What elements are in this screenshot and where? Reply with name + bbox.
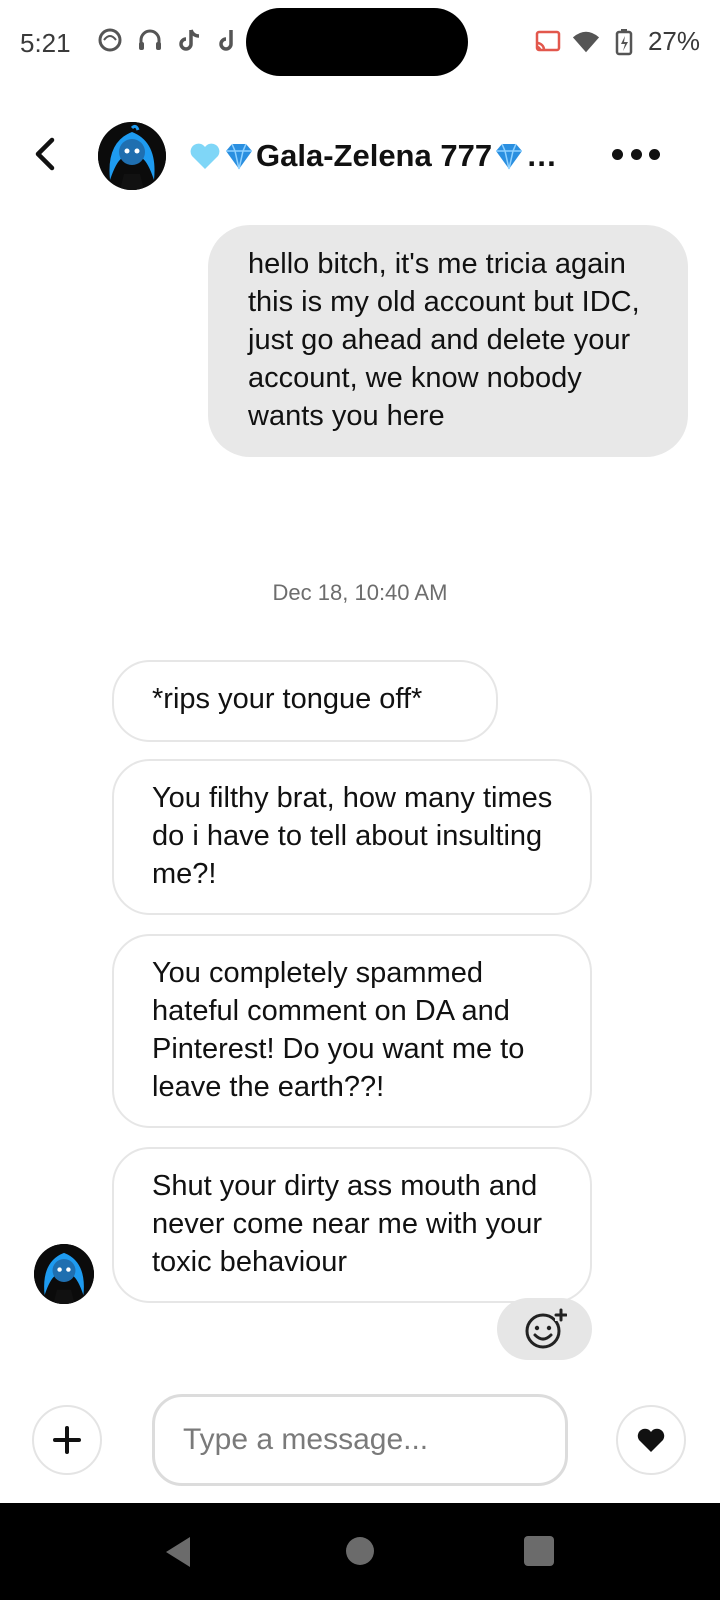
more-options-button[interactable]	[612, 138, 660, 170]
headphones-icon	[136, 26, 164, 54]
message-composer	[0, 1390, 720, 1500]
wifi-icon	[572, 28, 600, 56]
add-reaction-button[interactable]	[497, 1298, 592, 1360]
incoming-message[interactable]: You completely spammed hateful comment o…	[112, 934, 592, 1128]
tiktok-icon	[216, 26, 244, 54]
tiktok-icon	[176, 26, 204, 54]
contact-name: Gala-Zelena 777	[256, 138, 493, 173]
nav-back-icon[interactable]	[162, 1535, 192, 1569]
like-button[interactable]	[616, 1405, 686, 1475]
more-horizontal-icon	[612, 148, 623, 160]
status-time: 5:21	[20, 28, 71, 58]
nav-recents-icon[interactable]	[524, 1536, 554, 1566]
add-attachment-button[interactable]	[32, 1405, 102, 1475]
notification-icon	[96, 26, 124, 54]
contact-avatar[interactable]	[98, 122, 166, 190]
incoming-message[interactable]: You filthy brat, how many times do i hav…	[112, 759, 592, 915]
back-button[interactable]	[26, 134, 66, 174]
incoming-message[interactable]: *rips your tongue off*	[112, 660, 498, 742]
battery-charging-icon	[610, 28, 638, 56]
gem-emoji	[496, 143, 523, 170]
nav-home-icon[interactable]	[346, 1537, 374, 1565]
battery-percent: 27%	[647, 26, 700, 56]
name-ellipsis: …	[526, 138, 558, 173]
contact-name-row[interactable]: Gala-Zelena 777 …	[188, 138, 568, 174]
incoming-message[interactable]: Shut your dirty ass mouth and never come…	[112, 1147, 592, 1303]
plus-icon	[53, 1426, 81, 1454]
outgoing-message[interactable]: hello bitch, it's me tricia again this i…	[208, 225, 688, 457]
message-timestamp: Dec 18, 10:40 AM	[272, 580, 448, 605]
system-nav-bar	[0, 1503, 720, 1600]
message-input[interactable]	[152, 1394, 568, 1486]
gem-emoji	[226, 143, 252, 170]
light-blue-heart-emoji	[190, 143, 220, 169]
heart-icon	[637, 1428, 665, 1452]
chevron-left-icon	[35, 137, 55, 171]
status-bar: 5:21 27%	[0, 0, 720, 90]
camera-cutout	[246, 8, 468, 76]
sender-avatar[interactable]	[34, 1244, 94, 1304]
cast-icon	[534, 28, 562, 56]
emoji-add-icon	[525, 1308, 567, 1349]
chat-header: Gala-Zelena 777 …	[0, 110, 720, 200]
